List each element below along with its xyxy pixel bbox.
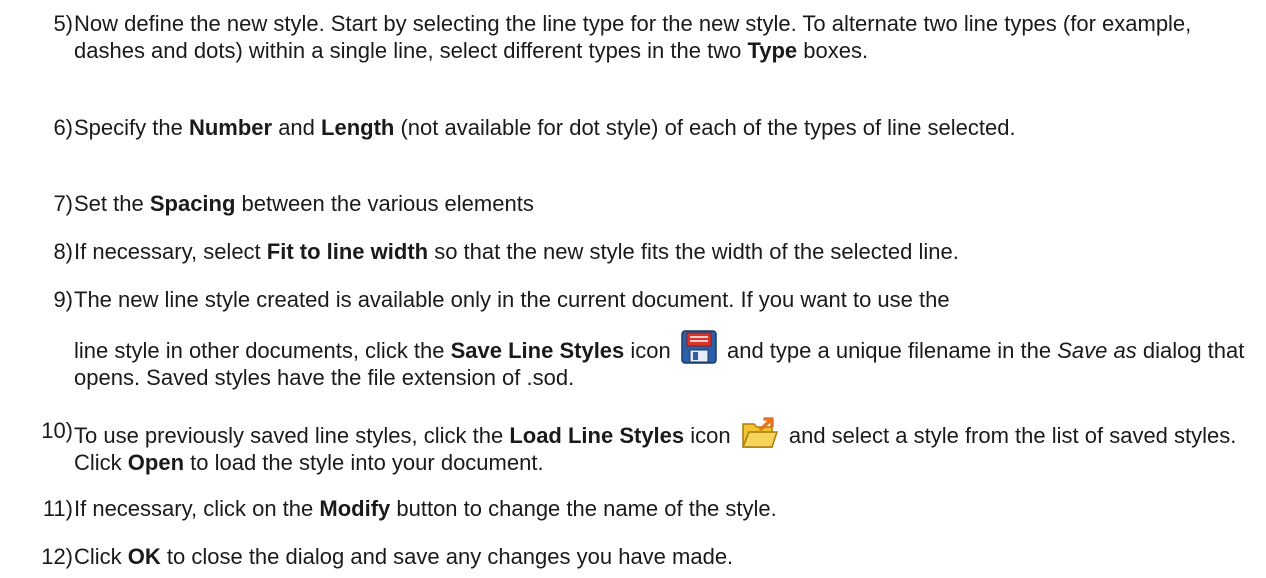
document-page: 5) Now define the new style. Start by se… — [0, 0, 1266, 578]
step-text: Click OK to close the dialog and save an… — [74, 544, 734, 569]
ui-term-ok: OK — [127, 544, 161, 569]
step-number: 11) — [42, 496, 73, 521]
ui-term-number: Number — [188, 115, 273, 140]
step-number: 10) — [41, 418, 73, 443]
step-text: Set the Spacing between the various elem… — [74, 191, 534, 216]
save-line-styles-icon — [681, 330, 717, 364]
step-text: The new line style created is available … — [74, 287, 1245, 390]
ui-term-spacing: Spacing — [149, 191, 236, 216]
ui-term-save-as: Save as — [1057, 338, 1137, 363]
ui-term-length: Length — [321, 115, 395, 140]
step-number: 8) — [53, 239, 73, 264]
step-text: If necessary, click on the Modify button… — [74, 496, 777, 521]
load-line-styles-icon — [741, 417, 779, 449]
step-number: 7) — [53, 191, 73, 216]
ui-term-load-line-styles: Load Line Styles — [509, 423, 685, 448]
step-number: 9) — [53, 287, 73, 312]
ui-term-type: Type — [747, 38, 798, 63]
step-text: To use previously saved line styles, cli… — [74, 417, 1249, 476]
step-number: 5) — [53, 11, 73, 36]
step-text: Specify the Number and Length (not avail… — [74, 115, 1016, 140]
ui-term-modify: Modify — [319, 496, 391, 521]
step-text: If necessary, select Fit to line width s… — [74, 239, 959, 264]
step-number: 6) — [53, 115, 73, 140]
ui-term-save-line-styles: Save Line Styles — [450, 338, 625, 363]
step-text: Now define the new style. Start by selec… — [74, 11, 1192, 63]
ui-term-fit-to-line-width: Fit to line width — [266, 239, 429, 264]
ui-term-open: Open — [127, 450, 185, 475]
step-number: 12) — [41, 544, 73, 569]
